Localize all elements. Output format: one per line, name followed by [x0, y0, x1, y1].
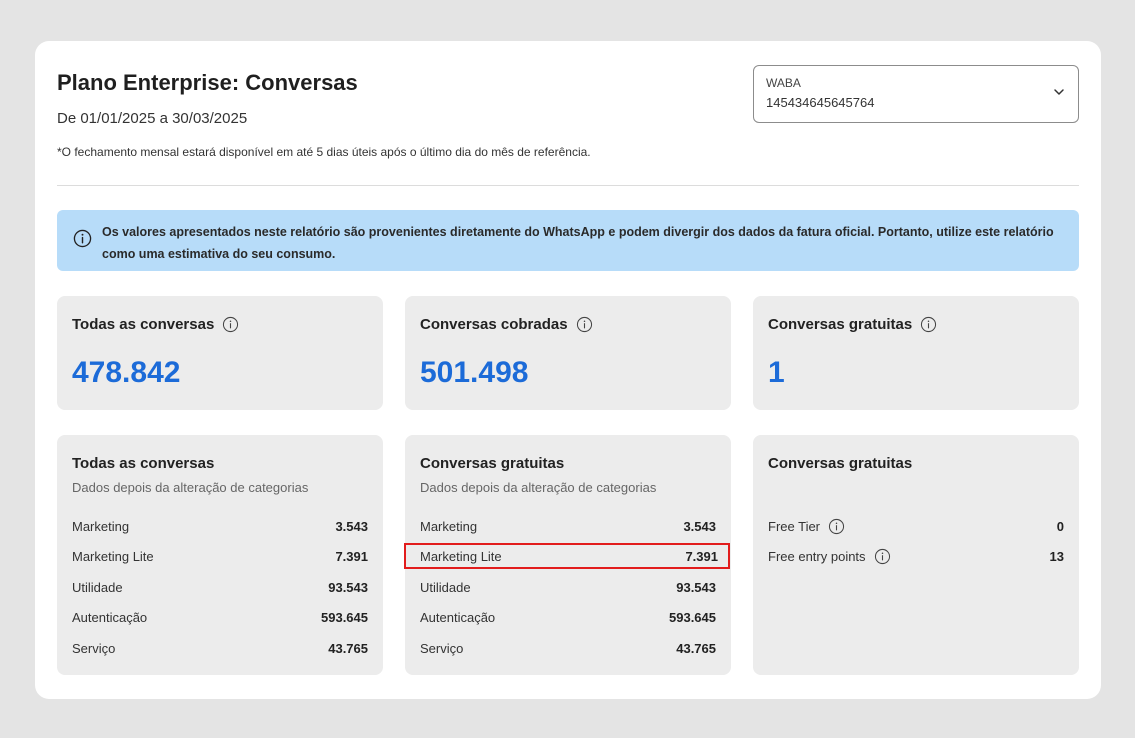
list-item: Autenticação 593.645 — [72, 606, 368, 628]
stat-label: Conversas cobradas — [420, 316, 568, 333]
row-value: 43.765 — [676, 640, 716, 656]
list-item: Marketing 3.543 — [72, 515, 368, 537]
stat-card-free-conversations: Conversas gratuitas 1 — [753, 296, 1079, 410]
divider — [57, 185, 1079, 186]
info-circle-icon[interactable] — [920, 316, 937, 333]
stat-card-charged-conversations: Conversas cobradas 501.498 — [405, 296, 731, 410]
panel-subtitle: Dados depois da alteração de categorias — [72, 480, 309, 495]
row-label: Serviço — [72, 640, 116, 656]
row-label: Serviço — [420, 640, 464, 656]
list-item: Marketing Lite 7.391 — [72, 545, 368, 567]
highlighted-list-item: Marketing Lite 7.391 — [404, 543, 730, 569]
report-card: Plano Enterprise: Conversas De 01/01/202… — [35, 41, 1101, 699]
row-label: Marketing — [420, 518, 478, 534]
stat-label: Conversas gratuitas — [768, 316, 913, 333]
period-text: De 01/01/2025 a 30/03/2025 — [57, 110, 248, 127]
row-label: Autenticação — [420, 609, 496, 625]
list-item: Free entry points 13 — [768, 545, 1064, 567]
row-value: 593.645 — [321, 609, 368, 625]
waba-select-label: WABA — [766, 76, 801, 90]
info-circle-icon — [73, 229, 92, 248]
panel-all-conversations: Todas as conversas Dados depois da alter… — [57, 435, 383, 675]
panel-title: Conversas gratuitas — [420, 455, 565, 472]
footnote-text: *O fechamento mensal estará disponível e… — [57, 145, 591, 159]
panel-title: Todas as conversas — [72, 455, 215, 472]
alert-text: Os valores apresentados neste relatório … — [102, 225, 1054, 261]
list-item: Free Tier 0 — [768, 515, 1064, 537]
page-title: Plano Enterprise: Conversas — [57, 70, 358, 95]
row-label: Marketing Lite — [420, 548, 502, 564]
row-label: Free entry points — [768, 548, 866, 564]
info-circle-icon[interactable] — [828, 518, 845, 535]
panel-title: Conversas gratuitas — [768, 455, 913, 472]
row-label: Marketing Lite — [72, 548, 154, 564]
row-value: 93.543 — [328, 579, 368, 595]
row-value: 43.765 — [328, 640, 368, 656]
row-label: Free Tier — [768, 518, 821, 534]
row-value: 7.391 — [685, 548, 718, 564]
list-item: Marketing 3.543 — [420, 515, 716, 537]
panel-free-conversations: Conversas gratuitas Dados depois da alte… — [404, 435, 731, 675]
row-value: 93.543 — [676, 579, 716, 595]
chevron-down-icon — [1054, 89, 1064, 95]
row-value: 7.391 — [335, 548, 368, 564]
row-value: 593.645 — [669, 609, 716, 625]
panel-free-conversations-sources: Conversas gratuitas Free Tier 0 Free ent… — [753, 435, 1079, 675]
list-item: Utilidade 93.543 — [72, 576, 368, 598]
stat-label: Todas as conversas — [72, 316, 215, 333]
row-label: Utilidade — [72, 579, 123, 595]
info-circle-icon[interactable] — [576, 316, 593, 333]
panel-subtitle: Dados depois da alteração de categorias — [420, 480, 657, 495]
list-item: Utilidade 93.543 — [420, 576, 716, 598]
waba-select[interactable]: WABA 145434645645764 — [753, 65, 1079, 123]
row-value: 13 — [1049, 548, 1064, 564]
row-label: Autenticação — [72, 609, 148, 625]
row-label: Marketing — [72, 518, 130, 534]
info-circle-icon[interactable] — [222, 316, 239, 333]
waba-select-value: 145434645645764 — [766, 95, 875, 110]
list-item: Serviço 43.765 — [420, 637, 716, 659]
info-alert: Os valores apresentados neste relatório … — [57, 210, 1079, 271]
stat-value: 478.842 — [72, 356, 181, 389]
row-value: 0 — [1056, 518, 1064, 534]
stat-value: 1 — [768, 356, 785, 389]
list-item: Serviço 43.765 — [72, 637, 368, 659]
row-label: Utilidade — [420, 579, 471, 595]
stat-card-all-conversations: Todas as conversas 478.842 — [57, 296, 383, 410]
list-item: Autenticação 593.645 — [420, 606, 716, 628]
row-value: 3.543 — [335, 518, 368, 534]
stat-value: 501.498 — [420, 356, 529, 389]
row-value: 3.543 — [683, 518, 716, 534]
info-circle-icon[interactable] — [874, 548, 891, 565]
